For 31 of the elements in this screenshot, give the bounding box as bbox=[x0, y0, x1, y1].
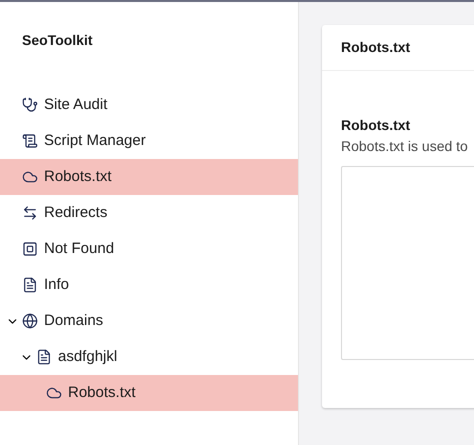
item-label: Not Found bbox=[44, 238, 114, 259]
item-label: Robots.txt bbox=[68, 382, 136, 403]
document-icon bbox=[36, 349, 52, 365]
item-label: Domains bbox=[44, 310, 104, 331]
arrows-icon bbox=[22, 205, 38, 221]
item-label: Redirects bbox=[44, 202, 108, 223]
sidebar-title: SeoToolkit bbox=[21, 31, 94, 50]
item-label: asdfghjkl bbox=[58, 346, 118, 367]
sidebar-item[interactable]: Robots.txt bbox=[0, 159, 298, 195]
item-label: Robots.txt bbox=[44, 166, 112, 187]
sidebar-item[interactable]: Domains bbox=[0, 303, 298, 339]
item-label: Site Audit bbox=[44, 94, 108, 115]
sidebar-item[interactable]: Redirects bbox=[0, 195, 298, 231]
stethoscope-icon bbox=[22, 97, 38, 113]
cloud-icon bbox=[22, 169, 38, 185]
document-icon bbox=[22, 277, 38, 293]
item-label: Info bbox=[44, 274, 70, 295]
square-icon bbox=[22, 241, 38, 257]
field-description: Robots.txt is used to bbox=[341, 137, 469, 156]
cloud-icon bbox=[46, 385, 62, 401]
scroll-icon bbox=[22, 133, 38, 149]
globe-icon bbox=[22, 313, 38, 329]
card-title: Robots.txt bbox=[341, 38, 410, 57]
sidebar-item[interactable]: Not Found bbox=[0, 231, 298, 267]
item-label: Script Manager bbox=[44, 130, 146, 151]
sidebar-item[interactable]: Robots.txt bbox=[0, 375, 298, 411]
sidebar-item[interactable]: Site Audit bbox=[0, 87, 298, 123]
sidebar-item[interactable]: Info bbox=[0, 267, 298, 303]
sidebar-item[interactable]: Script Manager bbox=[0, 123, 298, 159]
sidebar-item[interactable]: asdfghjkl bbox=[0, 339, 298, 375]
field-label: Robots.txt bbox=[341, 116, 412, 135]
